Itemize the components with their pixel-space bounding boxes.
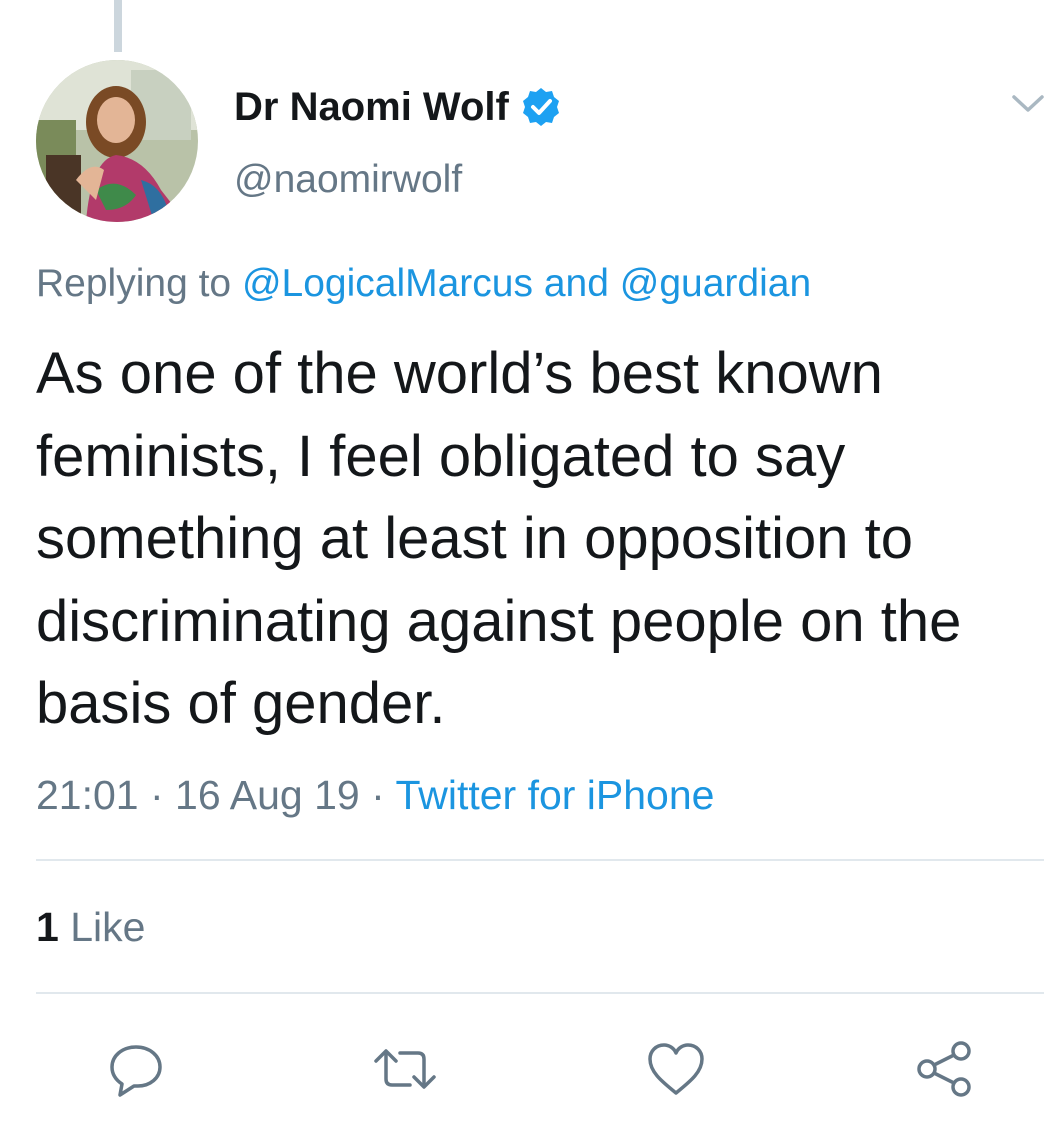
reply-mention-logicalmarcus[interactable]: @LogicalMarcus [242, 262, 533, 305]
divider [36, 859, 1044, 861]
reply-icon [110, 1045, 162, 1097]
profile-photo-icon [36, 60, 198, 222]
likes-count: 1 [36, 904, 59, 950]
likes-label: Like [58, 904, 146, 950]
divider [36, 992, 1044, 994]
tweet-source[interactable]: Twitter for iPhone [395, 772, 714, 818]
retweet-icon [374, 1049, 436, 1089]
chevron-down-icon[interactable] [1010, 88, 1046, 118]
avatar[interactable] [36, 60, 198, 222]
share-button[interactable] [910, 1034, 980, 1104]
like-icon [648, 1043, 704, 1095]
author-display-name[interactable]: Dr Naomi Wolf [234, 85, 509, 130]
reply-mention-guardian[interactable]: @guardian [620, 262, 811, 305]
verified-badge-icon [521, 87, 561, 127]
tweet-text: As one of the world’s best known feminis… [36, 341, 962, 736]
tweet-date[interactable]: 16 Aug 19 [175, 772, 360, 818]
tweet-time[interactable]: 21:01 [36, 772, 139, 818]
retweet-button[interactable] [370, 1034, 440, 1104]
author-name-row[interactable]: Dr Naomi Wolf [234, 82, 561, 132]
reply-button[interactable] [101, 1034, 171, 1104]
meta-separator: · [138, 772, 176, 818]
reply-connector: and [533, 262, 620, 305]
replying-to: Replying to @LogicalMarcus and @guardian [36, 262, 811, 306]
author-handle[interactable]: @naomirwolf [234, 158, 462, 202]
tweet-meta: 21:01 · 16 Aug 19 · Twitter for iPhone [36, 772, 714, 819]
share-icon [917, 1041, 971, 1097]
thread-connector-line [114, 0, 122, 52]
likes-stat[interactable]: 1 Like [36, 904, 145, 951]
meta-separator: · [359, 772, 396, 818]
replying-to-prefix: Replying to [36, 262, 242, 305]
like-button[interactable] [641, 1034, 711, 1104]
